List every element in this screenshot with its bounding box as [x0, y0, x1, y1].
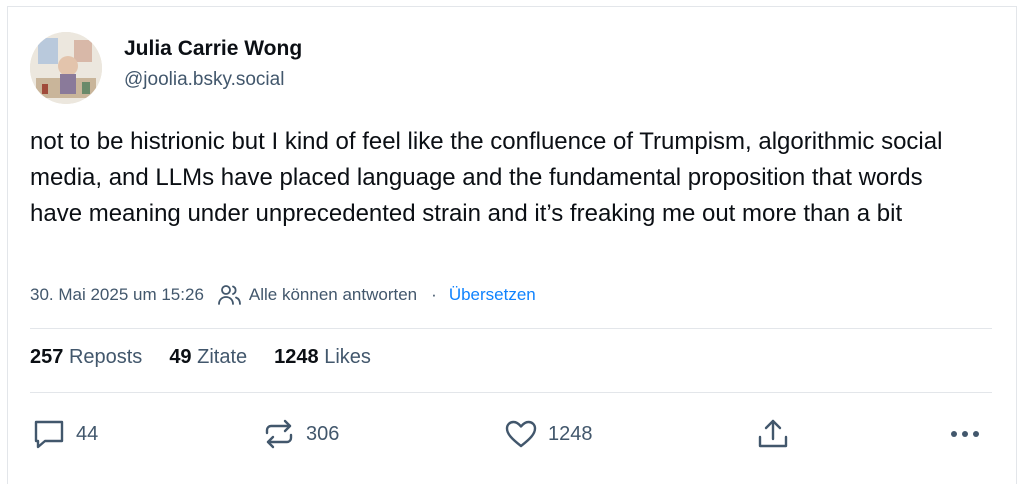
reply-setting[interactable]: Alle können antworten: [249, 285, 417, 305]
likes-label: Likes: [324, 346, 371, 368]
like-count: 1248: [548, 422, 593, 445]
more-options-button[interactable]: [948, 416, 982, 452]
repost-arrows-icon: [262, 418, 296, 450]
divider: [30, 392, 992, 393]
share-upload-icon: [756, 417, 790, 451]
quotes-label: Zitate: [197, 346, 248, 368]
action-bar: 44 306 1248: [30, 416, 990, 452]
post-text: not to be histrionic but I kind of feel …: [30, 128, 943, 227]
quotes-count: 49: [169, 346, 192, 368]
more-dots-icon: [948, 418, 982, 450]
post-timestamp[interactable]: 30. Mai 2025 um 15:26: [30, 285, 204, 305]
speech-bubble-icon: [32, 418, 66, 450]
like-button[interactable]: 1248: [504, 416, 593, 452]
engagement-stats: 257 Reposts 49 Zitate 1248 Likes: [30, 346, 398, 369]
author-handle[interactable]: @joolia.bsky.social: [124, 69, 284, 91]
quotes-stat[interactable]: 49 Zitate: [169, 346, 247, 369]
share-button[interactable]: [756, 416, 790, 452]
likes-count: 1248: [274, 346, 319, 368]
likes-stat[interactable]: 1248 Likes: [274, 346, 371, 369]
reposts-stat[interactable]: 257 Reposts: [30, 346, 142, 369]
translate-link[interactable]: Übersetzen: [449, 285, 536, 305]
divider: [30, 328, 992, 329]
reply-button[interactable]: 44: [32, 416, 98, 452]
repost-button[interactable]: 306: [262, 416, 339, 452]
reposts-count: 257: [30, 346, 64, 368]
post-meta: 30. Mai 2025 um 15:26 Alle können antwor…: [30, 283, 536, 307]
meta-separator: ·: [431, 285, 437, 304]
reply-count: 44: [76, 422, 99, 445]
heart-icon: [504, 418, 538, 450]
author-name[interactable]: Julia Carrie Wong: [124, 37, 302, 61]
repost-count: 306: [306, 422, 340, 445]
reposts-label: Reposts: [68, 346, 143, 368]
avatar[interactable]: [30, 32, 102, 104]
people-icon: [218, 284, 242, 306]
